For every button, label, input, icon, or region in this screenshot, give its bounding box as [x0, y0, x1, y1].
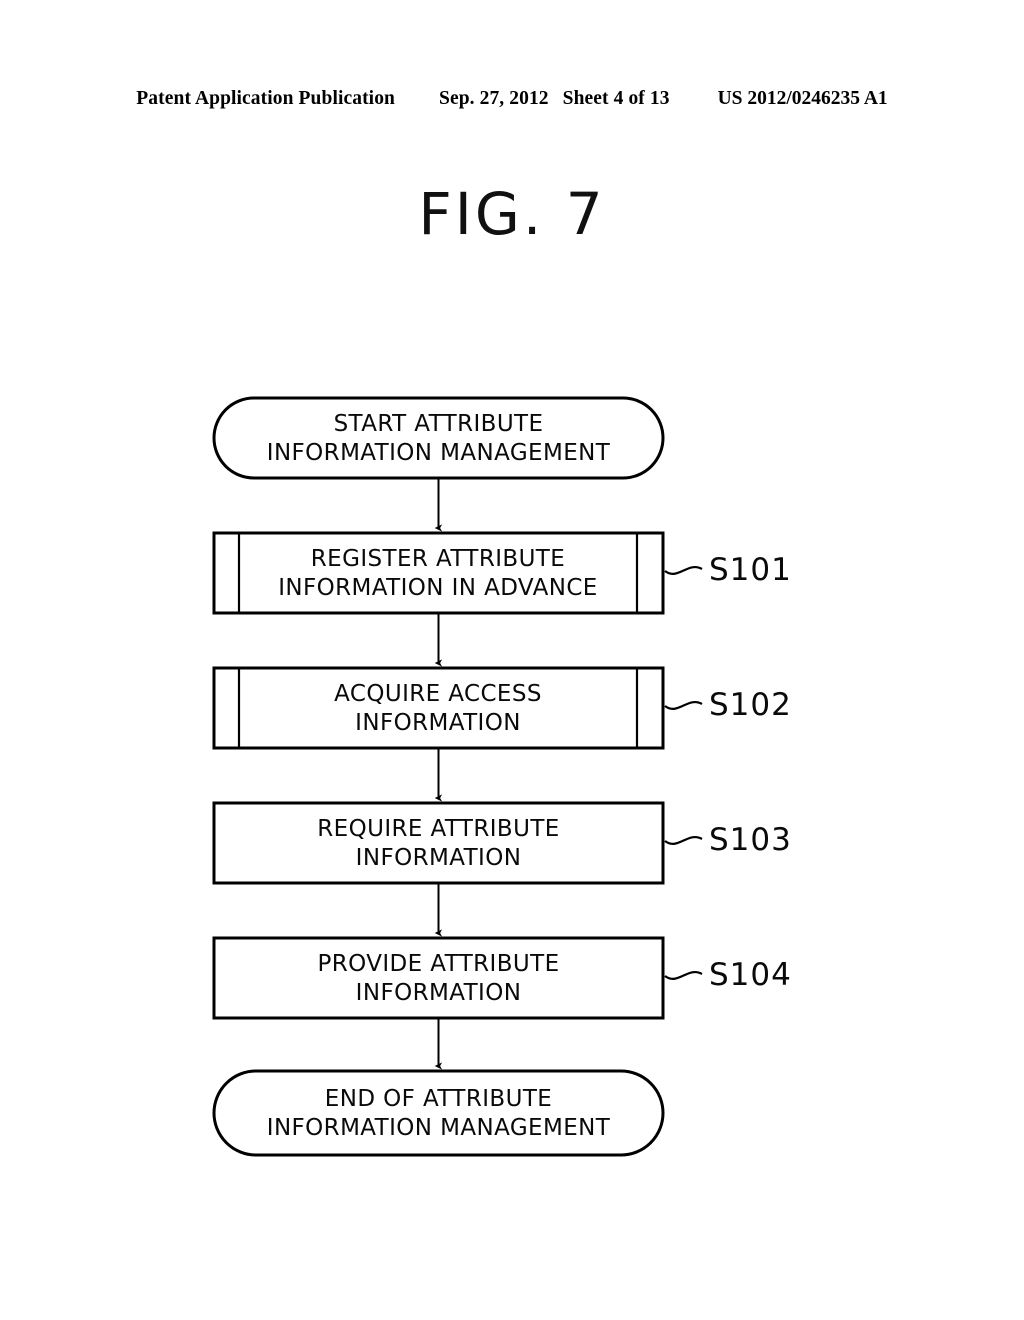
- node-s103-line-2: INFORMATION: [355, 844, 522, 871]
- leader-line-s102: [664, 701, 703, 710]
- leader-line-s103: [664, 836, 703, 845]
- node-start-line-1: START ATTRIBUTE: [333, 410, 544, 437]
- node-s103-line-1: REQUIRE ATTRIBUTE: [317, 815, 560, 842]
- node-s102-label: ACQUIRE ACCESS INFORMATION: [239, 668, 637, 748]
- node-s101-line-1: REGISTER ATTRIBUTE: [310, 545, 566, 572]
- header-patent-number: US 2012/0246235 A1: [717, 88, 888, 109]
- header-sheet-text: Sheet 4 of 13: [562, 88, 670, 109]
- node-s101-line-2: INFORMATION IN ADVANCE: [278, 574, 598, 601]
- node-s103-label: REQUIRE ATTRIBUTE INFORMATION: [214, 803, 663, 883]
- node-s102-line-1: ACQUIRE ACCESS: [334, 680, 542, 707]
- node-end-line-2: INFORMATION MANAGEMENT: [266, 1114, 611, 1141]
- step-label-s104: S104: [709, 957, 792, 993]
- node-s104-line-1: PROVIDE ATTRIBUTE: [317, 950, 560, 977]
- node-s104-label: PROVIDE ATTRIBUTE INFORMATION: [214, 938, 663, 1018]
- step-label-s102: S102: [709, 687, 792, 723]
- node-end-label: END OF ATTRIBUTE INFORMATION MANAGEMENT: [214, 1071, 663, 1155]
- step-label-s103: S103: [709, 822, 792, 858]
- node-s101-label: REGISTER ATTRIBUTE INFORMATION IN ADVANC…: [239, 533, 637, 613]
- node-s102-line-2: INFORMATION: [355, 709, 521, 736]
- figure-title: FIG. 7: [418, 180, 606, 248]
- leader-line-s104: [664, 971, 703, 980]
- header-publication-text: Patent Application Publication: [136, 88, 395, 109]
- header-date-text: Sep. 27, 2012: [439, 88, 549, 109]
- publication-header: Patent Application Publication Sep. 27, …: [0, 88, 1024, 110]
- node-end-line-1: END OF ATTRIBUTE: [324, 1085, 553, 1112]
- node-start-line-2: INFORMATION MANAGEMENT: [266, 439, 611, 466]
- leader-line-s101: [664, 566, 703, 575]
- node-start-label: START ATTRIBUTE INFORMATION MANAGEMENT: [214, 398, 663, 478]
- node-s104-line-2: INFORMATION: [355, 979, 522, 1006]
- step-label-s101: S101: [709, 552, 792, 588]
